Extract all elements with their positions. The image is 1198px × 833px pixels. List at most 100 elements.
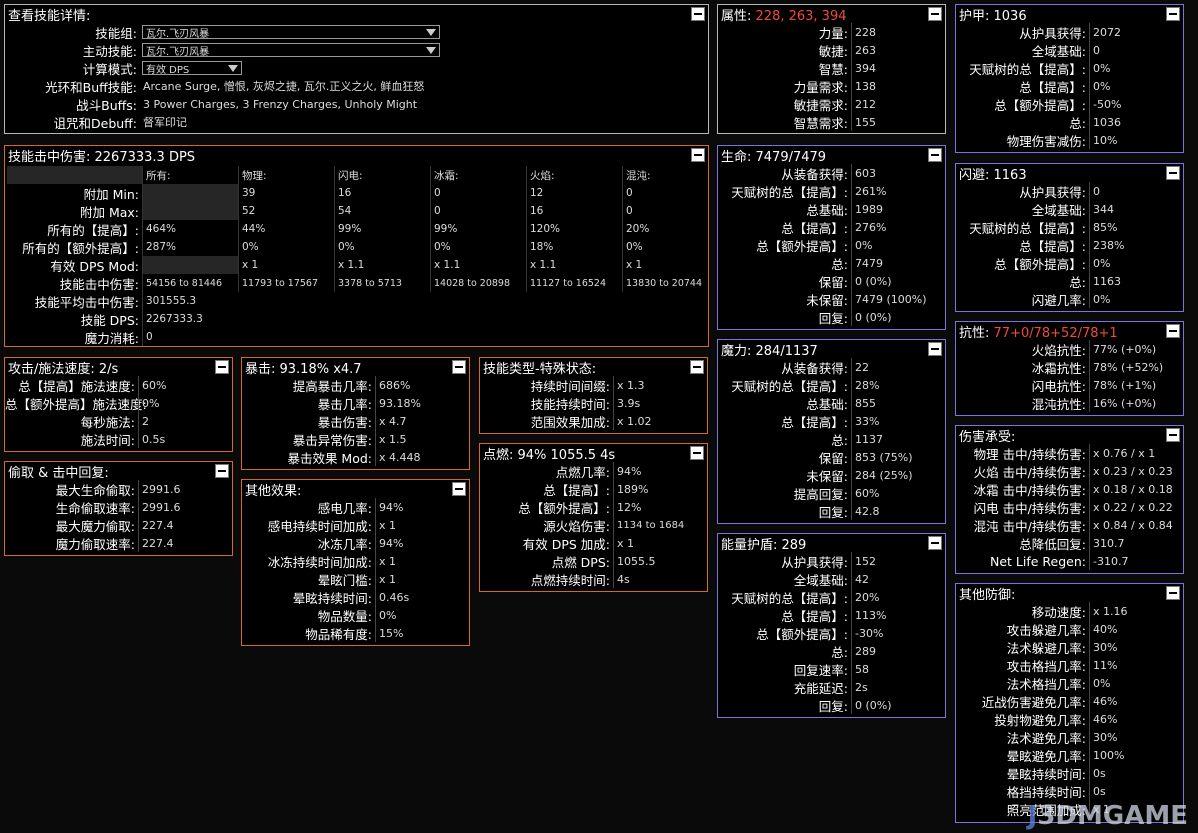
collapse-icon[interactable] — [691, 7, 705, 21]
stat-row: 攻击格挡几率: 11% — [956, 656, 1183, 674]
panel-header: 闪避: 1163 — [956, 164, 1183, 183]
row-value: 0 (0%) — [851, 696, 945, 714]
chevron-down-icon — [426, 47, 436, 54]
stat-row: 闪电抗性: 78% (+1%) — [956, 376, 1183, 394]
row-label: 总: — [1069, 115, 1086, 131]
stat-row: 点燃持续时间: 4s — [480, 570, 707, 588]
aura-buff-row: 光环和Buff技能: Arcane Surge, 憎恨, 灰烬之捷, 瓦尔.正义… — [5, 77, 708, 95]
row-value: -30% — [851, 624, 945, 642]
panel-title: 能量护盾: 289 — [721, 537, 807, 553]
stat-row: 未保留: 7479 (100%) — [718, 290, 945, 308]
row-value: 0% — [1089, 290, 1183, 308]
row-value: 855 — [851, 394, 945, 412]
row-value: 42 — [851, 570, 945, 588]
skill-details-panel: 查看技能详情: 技能组: 瓦尔.飞刃风暴 主动技能: 瓦尔.飞刃风暴 计算模式:… — [4, 4, 709, 134]
row-value: 85% — [1089, 218, 1183, 236]
row-label: 全域基础: — [1031, 43, 1086, 59]
stat-row: 总【提高】: 0% — [956, 77, 1183, 95]
row-label: 计算模式: — [82, 61, 137, 77]
table-cell: 11793 to 17567 — [238, 274, 334, 292]
stat-row: 未保留: 284 (25%) — [718, 466, 945, 484]
collapse-icon[interactable] — [928, 7, 942, 21]
collapse-icon[interactable] — [690, 360, 704, 374]
row-label: 回复: — [818, 698, 848, 714]
row-value: x 1.16 — [1089, 602, 1183, 620]
stat-row: 力量需求: 138 — [718, 77, 945, 95]
row-label: 附加 Min: — [83, 186, 139, 202]
collapse-icon[interactable] — [690, 446, 704, 460]
row-label: 近战伤害避免几率: — [981, 694, 1086, 710]
stat-row: 回复: 0 (0%) — [718, 308, 945, 326]
row-value: 1134 to 1684 — [613, 516, 707, 534]
row-label: 从装备获得: — [781, 360, 848, 376]
collapse-icon[interactable] — [928, 536, 942, 550]
collapse-icon[interactable] — [691, 148, 705, 162]
row-value: 212 — [851, 95, 945, 113]
row-value: 40% — [1089, 620, 1183, 638]
stat-row: 敏捷需求: 212 — [718, 95, 945, 113]
row-label: 未保留: — [806, 292, 848, 308]
collapse-icon[interactable] — [928, 148, 942, 162]
collapse-icon[interactable] — [1166, 166, 1180, 180]
row-value: 28% — [851, 376, 945, 394]
row-label: 总降低回复: — [1019, 536, 1086, 552]
row-value: 30% — [1089, 638, 1183, 656]
collapse-icon[interactable] — [1166, 7, 1180, 21]
stat-row: 天赋树的总【提高】: 20% — [718, 588, 945, 606]
row-value: 1036 — [1089, 113, 1183, 131]
active-skill-select[interactable]: 瓦尔.飞刃风暴 — [142, 43, 440, 58]
collapse-icon[interactable] — [928, 342, 942, 356]
row-label: 总【提高】: — [1019, 238, 1086, 254]
row-value: 1989 — [851, 200, 945, 218]
collapse-icon[interactable] — [215, 360, 229, 374]
collapse-icon[interactable] — [1166, 586, 1180, 600]
damage-taken-panel: 伤害承受: 物理 击中/持续伤害: x 0.76 / x 1 火焰 击中/持续伤害… — [955, 425, 1184, 574]
row-label: 总【提高】: — [1019, 79, 1086, 95]
collapse-icon[interactable] — [215, 464, 229, 478]
row-label: 感电持续时间加成: — [267, 518, 372, 534]
stat-row: 法术格挡几率: 0% — [956, 674, 1183, 692]
table-cell: 39 — [238, 184, 334, 202]
row-value: 94% — [613, 462, 707, 480]
table-cell: x 1.1 — [526, 256, 622, 274]
table-cell: 0% — [430, 238, 526, 256]
table-cell: 3378 to 5713 — [334, 274, 430, 292]
chevron-down-icon — [228, 65, 238, 72]
armour-panel: 护甲: 1036 从护具获得: 2072 全域基础: 0 天赋树的总【提高】: 0% … — [955, 4, 1184, 153]
row-value: 289 — [851, 642, 945, 660]
row-value: 22 — [851, 358, 945, 376]
panel-header: 攻击/施法速度: 2/s — [5, 358, 232, 377]
row-label: 技能 DPS: — [80, 312, 139, 328]
stat-row: 从装备获得: 22 — [718, 358, 945, 376]
panel-header: 其他效果: — [242, 480, 469, 499]
panel-header: 偷取 & 击中回复: — [5, 462, 232, 481]
stat-row: 投射物避免几率: 46% — [956, 710, 1183, 728]
collapse-icon[interactable] — [1166, 324, 1180, 338]
row-value: 58 — [851, 660, 945, 678]
collapse-icon[interactable] — [452, 482, 466, 496]
collapse-icon[interactable] — [1166, 428, 1180, 442]
stat-row: 智慧: 394 — [718, 59, 945, 77]
stat-row: 总【额外提高】: 0% — [718, 236, 945, 254]
calc-mode-select[interactable]: 有效 DPS — [142, 61, 242, 76]
row-label: 火焰 击中/持续伤害: — [973, 464, 1086, 480]
collapse-icon[interactable] — [452, 360, 466, 374]
panel-header: 伤害承受: — [956, 426, 1183, 445]
row-label: 力量需求: — [793, 79, 848, 95]
panel-title: 点燃: 94% 1055.5 4s — [483, 447, 616, 463]
row-value: 15% — [375, 624, 469, 642]
stat-row: 总: 1036 — [956, 113, 1183, 131]
row-label: 法术避免几率: — [1006, 730, 1086, 746]
stat-row: 全域基础: 344 — [956, 200, 1183, 218]
row-label: 回复速率: — [793, 662, 848, 678]
row-label: 物品稀有度: — [305, 626, 372, 642]
select-value: 有效 DPS — [146, 64, 190, 76]
row-value: 42.8 — [851, 502, 945, 520]
row-value: 227.4 — [138, 534, 232, 552]
skill-group-select[interactable]: 瓦尔.飞刃风暴 — [142, 25, 440, 40]
table-cell: 99% — [430, 220, 526, 238]
stat-row: 冰霜 击中/持续伤害: x 0.18 / x 0.18 — [956, 480, 1183, 498]
row-label: 回复: — [818, 310, 848, 326]
energy-shield-panel: 能量护盾: 289 从护具获得: 152 全域基础: 42 天赋树的总【提高】: 20… — [717, 533, 946, 718]
row-label: 总【额外提高】: — [756, 626, 848, 642]
